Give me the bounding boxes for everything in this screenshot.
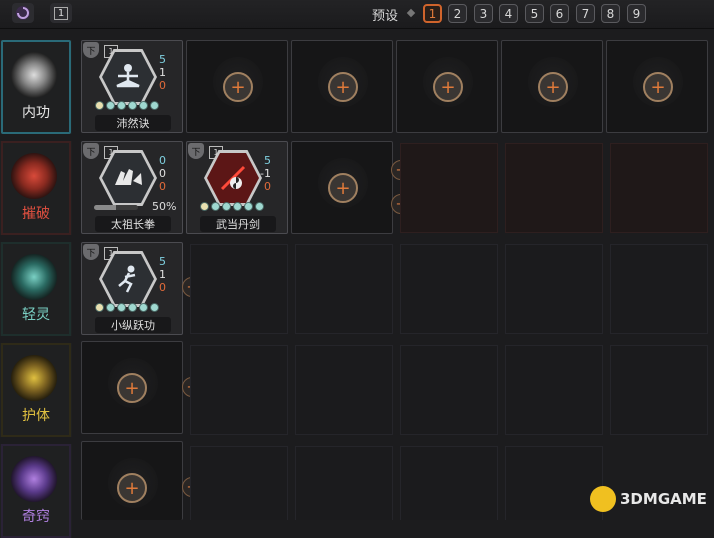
- preset-button-9[interactable]: 9: [627, 4, 646, 23]
- stat-value-3: 0: [159, 180, 166, 193]
- watermark-text: 3DMGAME: [620, 490, 707, 508]
- add-skill-button[interactable]: +: [643, 72, 673, 102]
- empty-slot[interactable]: +: [501, 40, 603, 133]
- stat-value-1: 5: [159, 53, 166, 66]
- locked-slot: [610, 345, 708, 435]
- category-qiqiao[interactable]: 奇窍: [0, 444, 72, 538]
- locked-slot: [610, 143, 708, 233]
- skill-name: 太祖长拳: [95, 216, 171, 232]
- skill-name: 武当丹剑: [200, 216, 276, 232]
- watermark-logo-icon: [590, 486, 616, 512]
- stat-value-2: 0: [159, 167, 166, 180]
- stat-value-3: 0: [264, 180, 271, 193]
- locked-slot: [505, 446, 603, 520]
- category-label: 内功: [22, 105, 50, 121]
- locked-slot: [190, 345, 288, 435]
- stat-value-2: -1: [260, 167, 271, 180]
- preset-button-6[interactable]: 6: [550, 4, 569, 23]
- add-skill-button[interactable]: +: [117, 473, 147, 503]
- preset-button-4[interactable]: 4: [499, 4, 518, 23]
- watermark: 3DMGAME: [590, 486, 707, 512]
- tag-badge: 下: [83, 143, 99, 159]
- skill-card-xiaozong[interactable]: 下 1 5 1 0 小纵跃功: [81, 242, 183, 335]
- tab-icon-label: 1: [53, 6, 69, 20]
- spiral-icon[interactable]: [12, 3, 34, 23]
- stat-value-3: 0: [159, 281, 166, 294]
- top-bar: 1 预设 1 2 3 4 5 6 7 8 9: [0, 0, 714, 29]
- stat-value-2: 1: [159, 268, 166, 281]
- locked-slot: [295, 446, 393, 520]
- stat-value-1: 0: [159, 154, 166, 167]
- progress-text: 50%: [152, 200, 177, 213]
- empty-slot[interactable]: +: [81, 341, 183, 434]
- level-pips: [95, 101, 159, 110]
- tag-badge: 下: [83, 244, 99, 260]
- skill-card-taizu[interactable]: 下 1 0 0 0 50% 太祖长拳: [81, 141, 183, 234]
- stat-value-1: 5: [159, 255, 166, 268]
- locked-slot: [505, 143, 603, 233]
- add-skill-button[interactable]: +: [328, 72, 358, 102]
- locked-slot: [295, 244, 393, 334]
- add-skill-button[interactable]: +: [328, 173, 358, 203]
- empty-slot[interactable]: +: [396, 40, 498, 133]
- empty-slot[interactable]: +: [81, 441, 183, 520]
- category-label: 奇窍: [22, 509, 50, 525]
- preset-button-2[interactable]: 2: [448, 4, 467, 23]
- empty-slot[interactable]: +: [606, 40, 708, 133]
- preset-button-5[interactable]: 5: [525, 4, 544, 23]
- preset-button-8[interactable]: 8: [601, 4, 620, 23]
- tag-badge: 下: [83, 42, 99, 58]
- locked-slot: [610, 244, 708, 334]
- empty-slot[interactable]: +: [291, 141, 393, 234]
- locked-slot: [400, 143, 498, 233]
- empty-slot[interactable]: +: [291, 40, 393, 133]
- category-cuipo[interactable]: 摧破: [0, 141, 72, 235]
- empty-slot[interactable]: +: [186, 40, 288, 133]
- preset-label: 预设: [372, 9, 399, 24]
- locked-slot: [190, 244, 288, 334]
- locked-slot: [505, 244, 603, 334]
- skill-card-wudang[interactable]: 下 1 5 -1 0 武当丹剑: [186, 141, 288, 234]
- category-label: 护体: [22, 408, 50, 424]
- add-skill-button[interactable]: +: [223, 72, 253, 102]
- locked-slot: [400, 345, 498, 435]
- meridian-icon: [11, 456, 57, 502]
- fist-icon: [11, 153, 57, 199]
- preset-button-3[interactable]: 3: [474, 4, 493, 23]
- locked-slot: [400, 244, 498, 334]
- category-qingling[interactable]: 轻灵: [0, 242, 72, 336]
- level-pips: [200, 202, 264, 211]
- preset-button-7[interactable]: 7: [576, 4, 595, 23]
- skill-name: 沛然诀: [95, 115, 171, 131]
- stat-value-3: 0: [159, 79, 166, 92]
- locked-slot: [400, 446, 498, 520]
- locked-slot: [505, 345, 603, 435]
- shield-icon: [11, 355, 57, 401]
- diamond-icon: [406, 8, 416, 18]
- category-label: 轻灵: [22, 307, 50, 323]
- taichi-icon: [11, 52, 57, 98]
- category-label: 摧破: [22, 206, 50, 222]
- stat-value-1: 5: [264, 154, 271, 167]
- category-neigong[interactable]: 内功: [0, 40, 72, 134]
- skill-card-peiranjue[interactable]: 下 1 5 1 0 沛然诀: [81, 40, 183, 133]
- locked-slot: [190, 446, 288, 520]
- progress-bar: [94, 205, 138, 210]
- skill-name: 小纵跃功: [95, 317, 171, 333]
- category-huti[interactable]: 护体: [0, 343, 72, 437]
- wind-icon: [11, 254, 57, 300]
- add-skill-button[interactable]: +: [538, 72, 568, 102]
- add-skill-button[interactable]: +: [117, 373, 147, 403]
- tab-icon[interactable]: 1: [50, 3, 72, 23]
- stat-value-2: 1: [159, 66, 166, 79]
- locked-slot: [295, 345, 393, 435]
- add-skill-button[interactable]: +: [433, 72, 463, 102]
- tag-badge: 下: [188, 143, 204, 159]
- preset-button-1[interactable]: 1: [423, 4, 442, 23]
- level-pips: [95, 303, 159, 312]
